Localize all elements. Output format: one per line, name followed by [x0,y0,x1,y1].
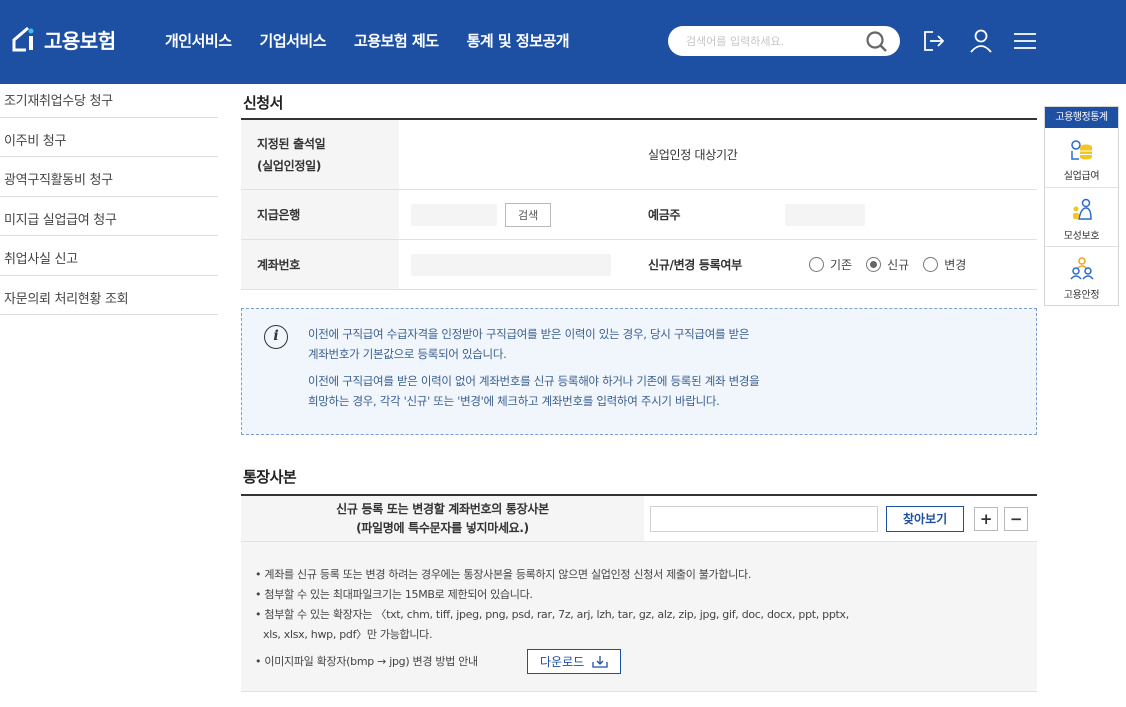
sidebar-item-unpaid-benefit[interactable]: 미지급 실업급여 청구 [0,197,218,236]
depositor-value [773,190,1037,239]
depositor-label: 예금주 [636,190,773,239]
info-line-4: 희망하는 경우, 각각 '신규' 또는 '변경'에 체크하고 계좌번호를 입력하… [308,394,720,408]
form-row-account: 계좌번호 신규/변경 등록여부 기존 신규 변경 [241,240,1037,290]
quick-stats-bar: 고용행정통계 실업급여 모성보호 고용안정 [1044,106,1119,306]
sidebar: 조기재취업수당 청구 이주비 청구 광역구직활동비 청구 미지급 실업급여 청구… [0,78,218,315]
download-label: 다운로드 [540,655,585,669]
bankbook-header: 신규 등록 또는 변경할 계좌번호의 통장사본 (파일명에 특수문자를 넣지마세… [241,496,644,541]
people-group-icon [1069,257,1094,280]
search-icon[interactable] [864,29,890,55]
bankbook-file-cell: 찾아보기 + − [644,496,1037,541]
note-1: • 계좌를 신규 등록 또는 변경 하려는 경우에는 통장사본을 등록하지 않으… [255,568,752,581]
sidebar-item-consultation-status[interactable]: 자문의뢰 처리현황 조회 [0,276,218,315]
nav-insurance-system[interactable]: 고용보험 제도 [354,30,439,51]
bankbook-title: 통장사본 [243,468,297,486]
search-box [668,26,900,56]
quick-label-employment-stability: 고용안정 [1063,290,1100,301]
radio-change-circle[interactable] [923,257,939,272]
period-value [773,120,1037,189]
user-icon[interactable] [966,26,996,56]
note-3-continued: xls, xlsx, hwp, pdf〉만 가능합니다. [263,628,433,641]
account-value [399,240,636,289]
bankbook-notes: • 계좌를 신규 등록 또는 변경 하려는 경우에는 통장사본을 등록하지 않으… [241,542,1037,692]
radio-new-label: 신규 [887,258,910,272]
remove-file-button[interactable]: − [1004,506,1029,531]
radio-new-circle[interactable] [866,257,882,272]
radio-existing-label: 기존 [830,258,853,272]
sidebar-item-wide-area-job-search[interactable]: 광역구직활동비 청구 [0,157,218,197]
quick-item-maternity-protection[interactable]: 모성보호 [1045,187,1118,246]
sidebar-item-employment-report[interactable]: 취업사실 신고 [0,236,218,276]
registration-label: 신규/변경 등록여부 [636,240,773,289]
mother-child-icon [1072,198,1092,220]
bankbook-label: 신규 등록 또는 변경할 계좌번호의 통장사본 [336,501,549,516]
designated-date-header: 지정된 출석일 (실업인정일) [241,120,399,189]
radio-change-label: 변경 [944,258,967,272]
quick-label-maternity-protection: 모성보호 [1063,231,1100,242]
form-row-dates: 지정된 출석일 (실업인정일) 실업인정 대상기간 [241,120,1037,190]
browse-button[interactable]: 찾아보기 [886,505,965,532]
coins-icon [1070,140,1092,160]
add-file-button[interactable]: + [974,506,999,531]
note-2: • 첨부할 수 있는 최대파일크기는 15MB로 제한되어 있습니다. [255,588,533,601]
info-icon: i [264,325,288,349]
quick-label-unemployment-benefit: 실업급여 [1063,171,1100,182]
quick-item-employment-stability[interactable]: 고용안정 [1045,246,1118,305]
account-number-masked [411,253,611,276]
logo-text: 고용보험 [44,28,116,53]
download-icon [592,655,608,668]
logo[interactable]: 고용보험 [8,24,116,54]
download-button[interactable]: 다운로드 [527,649,622,674]
designated-date-value [399,120,636,189]
designated-date-sublabel: (실업인정일) [257,158,322,173]
radio-new[interactable]: 신규 [866,256,909,273]
note-3: • 첨부할 수 있는 확장자는 〈txt, chm, tiff, jpeg, p… [255,608,849,621]
application-title: 신청서 [243,94,283,112]
info-line-1: 이전에 구직급여 수급자격을 인정받아 구직급여를 받은 이력이 있는 경우, … [308,327,750,341]
info-box: i 이전에 구직급여 수급자격을 인정받아 구직급여를 받은 이력이 있는 경우… [241,308,1037,435]
info-line-3: 이전에 구직급여를 받은 이력이 없어 계좌번호를 신규 등록해야 하거나 기존… [308,374,760,388]
info-line-2: 계좌번호가 기본값으로 등록되어 있습니다. [308,347,507,361]
application-form: 지정된 출석일 (실업인정일) 실업인정 대상기간 지급은행 검색 예금주 계좌… [241,118,1037,290]
nav-business-services[interactable]: 기업서비스 [260,30,327,51]
sidebar-item-relocation-cost[interactable]: 이주비 청구 [0,118,218,157]
bankbook-row: 신규 등록 또는 변경할 계좌번호의 통장사본 (파일명에 특수문자를 넣지마세… [241,496,1037,542]
quick-stats-title: 고용행정통계 [1045,107,1118,128]
sidebar-item-early-reemployment[interactable]: 조기재취업수당 청구 [0,78,218,118]
search-input[interactable] [686,32,856,50]
period-label: 실업인정 대상기간 [636,120,773,189]
bankbook-sublabel: (파일명에 특수문자를 넣지마세요.) [356,520,529,535]
bank-name-masked [411,203,497,226]
menu-icon[interactable] [1010,26,1040,56]
nav-statistics[interactable]: 통계 및 정보공개 [467,30,570,51]
designated-date-label: 지정된 출석일 [257,136,326,151]
account-label: 계좌번호 [241,240,399,289]
radio-existing[interactable]: 기존 [809,256,852,273]
bank-label: 지급은행 [241,190,399,239]
logo-mark-icon [12,26,34,52]
note-4: • 이미지파일 확장자(bmp → jpg) 변경 방법 안내 [255,655,478,668]
file-path-input[interactable] [650,505,878,532]
global-nav: 개인서비스 기업서비스 고용보험 제도 통계 및 정보공개 [165,30,570,51]
bank-value: 검색 [399,190,636,239]
quick-item-unemployment-benefit[interactable]: 실업급여 [1045,128,1118,187]
bank-search-button[interactable]: 검색 [505,202,552,227]
bankbook-table: 신규 등록 또는 변경할 계좌번호의 통장사본 (파일명에 특수문자를 넣지마세… [241,494,1037,542]
registration-radio-group: 기존 신규 변경 [773,256,966,273]
radio-existing-circle[interactable] [809,257,824,272]
header: 고용보험 개인서비스 기업서비스 고용보험 제도 통계 및 정보공개 [0,0,1126,84]
nav-personal-services[interactable]: 개인서비스 [165,30,232,51]
depositor-masked [785,203,865,226]
radio-change[interactable]: 변경 [923,256,966,273]
form-row-bank: 지급은행 검색 예금주 [241,190,1037,240]
logout-icon[interactable] [918,26,948,56]
registration-options: 기존 신규 변경 [773,240,1037,289]
